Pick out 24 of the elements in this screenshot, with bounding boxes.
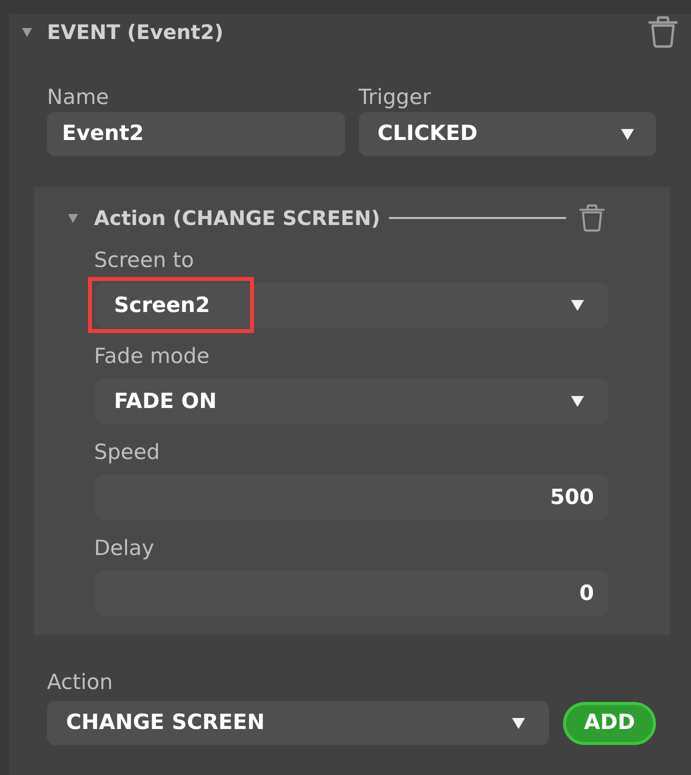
field-label: Trigger (358, 84, 431, 111)
caret-down-icon[interactable] (512, 718, 525, 728)
field-label: Name (47, 84, 109, 111)
caret-down-icon[interactable] (22, 28, 32, 36)
trash-icon[interactable] (579, 204, 605, 232)
caret-down-icon[interactable] (68, 214, 78, 222)
event-title: EVENT (Event2) (47, 19, 224, 46)
field-label: Speed (94, 439, 160, 466)
caret-down-icon[interactable] (571, 396, 584, 407)
action-title: Action (CHANGE SCREEN) (94, 205, 380, 232)
field-label: Delay (94, 535, 154, 562)
text-field[interactable]: Event2 (47, 112, 344, 156)
caret-down-icon[interactable] (621, 128, 634, 140)
field-label: Screen to (94, 247, 194, 274)
caret-down-icon[interactable] (571, 300, 584, 311)
dropdown[interactable]: FADE ON (95, 379, 608, 424)
field-label: Fade mode (94, 343, 210, 370)
number-field[interactable]: 500 (95, 475, 608, 520)
field-label: Action (47, 669, 113, 696)
dropdown[interactable]: CHANGE SCREEN (47, 701, 549, 745)
number-field[interactable]: 0 (95, 571, 608, 616)
dropdown[interactable]: CLICKED (358, 112, 656, 156)
dropdown[interactable]: Screen2 (95, 283, 608, 328)
trash-icon[interactable] (648, 16, 678, 48)
